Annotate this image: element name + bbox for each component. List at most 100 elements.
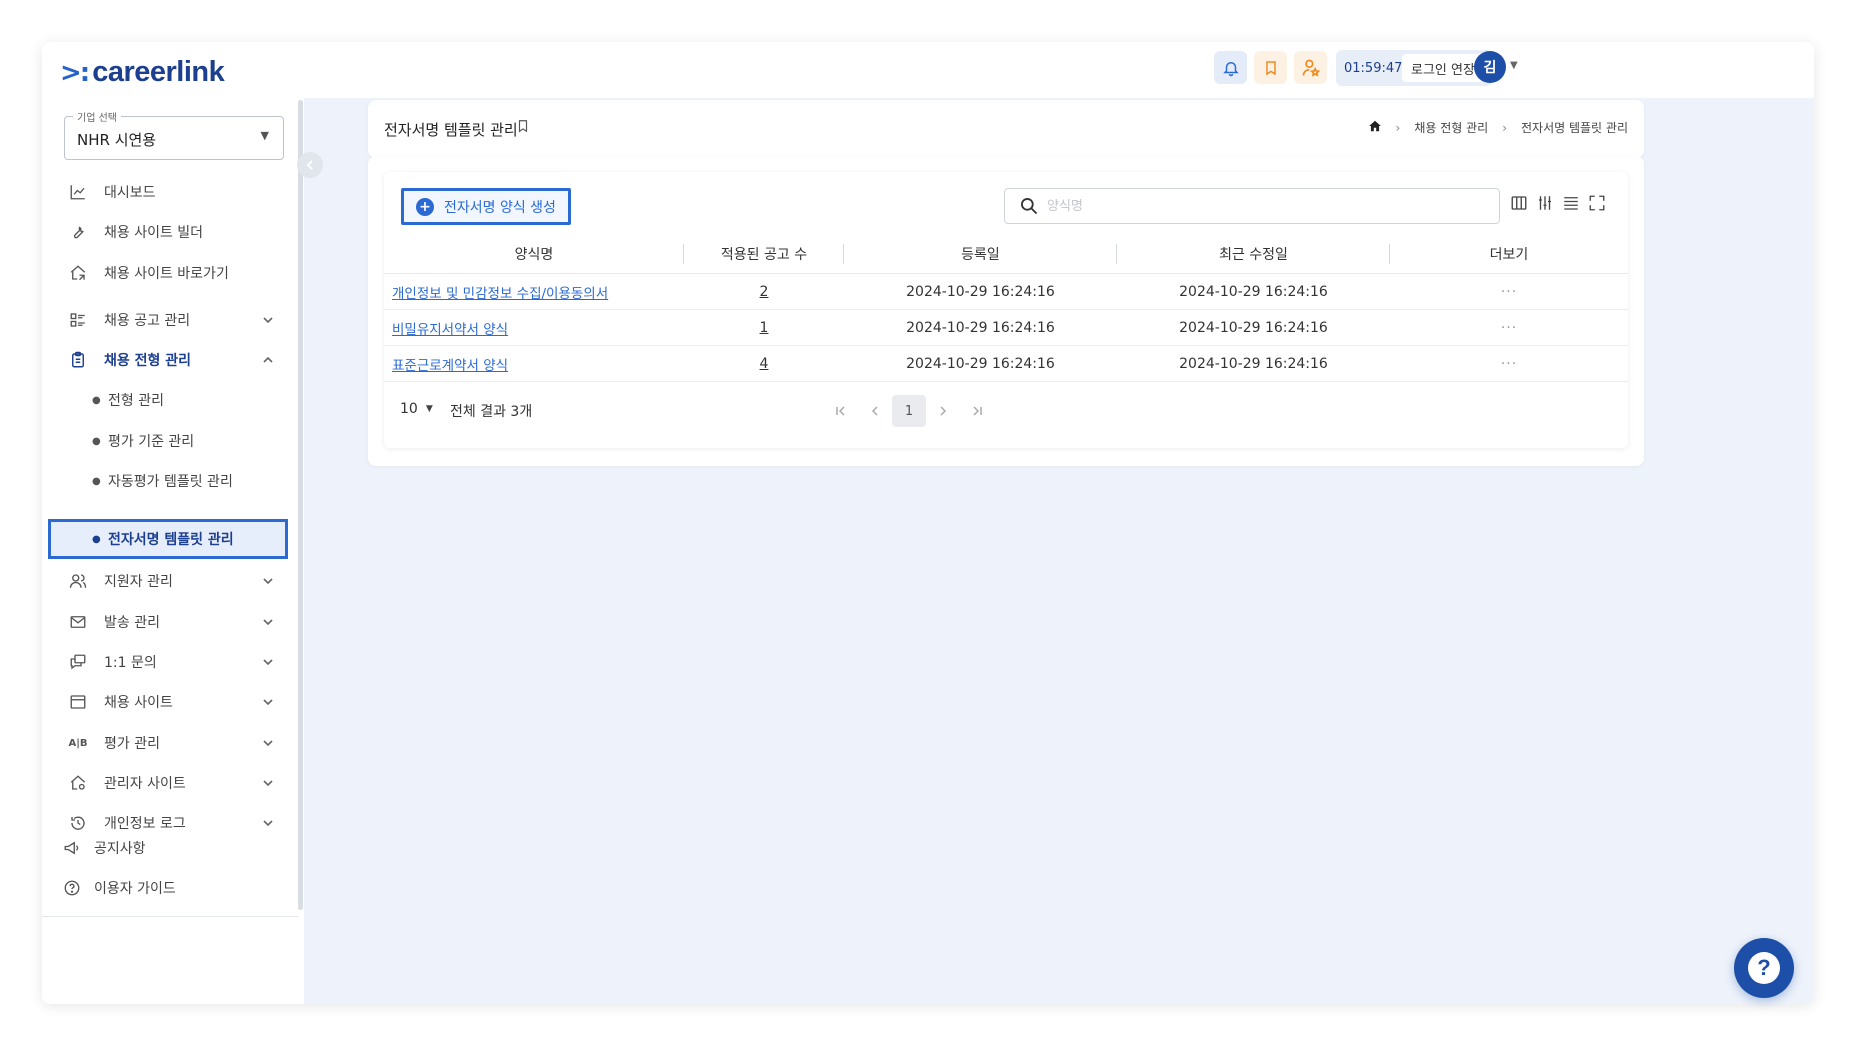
sidebar-item-label: 채용 사이트 (104, 695, 173, 711)
fullscreen-icon[interactable] (1588, 194, 1606, 212)
company-select-label: 기업 선택 (73, 109, 121, 124)
home-link-icon (66, 261, 90, 285)
sidebar-subitem-label: 평가 기준 관리 (108, 434, 195, 450)
ab-icon: A|B (68, 737, 88, 749)
user-star-icon[interactable] (1294, 51, 1327, 84)
column-header[interactable]: 양식명 (384, 243, 684, 264)
table-row: 개인정보 및 민감정보 수집/이용동의서 2 2024-10-29 16:24:… (384, 274, 1628, 310)
sidebar-subitem-label: 전자서명 템플릿 관리 (108, 532, 234, 548)
sidebar-item-job-posts[interactable]: 채용 공고 관리 (56, 300, 288, 340)
notification-bell-icon[interactable] (1214, 51, 1247, 84)
sidebar-subitem-auto-eval-template[interactable]: ● 자동평가 템플릿 관리 (48, 461, 288, 501)
chevron-down-icon (262, 695, 274, 709)
create-esign-template-button[interactable]: + 전자서명 양식 생성 (401, 188, 571, 225)
page-number[interactable]: 1 (892, 395, 926, 427)
sidebar-subitem-eval-criteria[interactable]: ● 평가 기준 관리 (48, 421, 288, 461)
sidebar-collapse-button[interactable] (297, 152, 323, 178)
clipboard-icon (66, 348, 90, 372)
sidebar-item-label: 채용 공고 관리 (104, 313, 191, 329)
more-options-icon[interactable]: ··· (1390, 356, 1628, 372)
user-avatar[interactable]: 김 (1474, 51, 1506, 83)
created-date: 2024-10-29 16:24:16 (906, 355, 1055, 372)
sidebar-subitem-esign-template[interactable]: ● 전자서명 템플릿 관리 (48, 519, 288, 559)
page-size-select[interactable]: 10 ▼ (400, 401, 433, 417)
sidebar-item-notice[interactable]: 공지사항 (50, 830, 282, 866)
more-options-icon[interactable]: ··· (1390, 284, 1628, 300)
applied-post-count[interactable]: 4 (684, 356, 844, 372)
home-icon[interactable] (1368, 119, 1382, 136)
sidebar-item-messaging[interactable]: 발송 관리 (56, 602, 288, 642)
megaphone-icon (60, 836, 84, 860)
template-name-link[interactable]: 개인정보 및 민감정보 수집/이용동의서 (384, 282, 684, 302)
modified-date: 2024-10-29 16:24:16 (1179, 319, 1328, 336)
session-time: 01:59:47 (1344, 60, 1403, 76)
table-row: 표준근로계약서 양식 4 2024-10-29 16:24:16 2024-10… (384, 346, 1628, 382)
density-icon[interactable] (1562, 194, 1580, 212)
first-page-icon[interactable] (824, 395, 858, 427)
logo[interactable]: >: careerlink (60, 56, 225, 89)
session-timer: 01:59:47 로그인 연장 (1336, 50, 1492, 86)
mail-icon (66, 610, 90, 634)
sidebar-item-evaluation[interactable]: A|B 평가 관리 (56, 723, 288, 763)
chevron-down-icon (262, 313, 274, 327)
wrench-icon (66, 220, 90, 244)
breadcrumb-item[interactable]: 채용 전형 관리 (1414, 119, 1488, 136)
sidebar-item-screening[interactable]: 채용 전형 관리 (56, 340, 288, 380)
filter-sliders-icon[interactable] (1536, 194, 1554, 212)
table-tools (1510, 194, 1606, 212)
page-size-value: 10 (400, 401, 418, 417)
column-header[interactable]: 최근 수정일 (1117, 243, 1390, 264)
sidebar-subitem-label: 자동평가 템플릿 관리 (108, 474, 233, 490)
chevron-down-icon (262, 736, 274, 750)
template-name-link[interactable]: 비밀유지서약서 양식 (384, 318, 684, 338)
applied-post-count[interactable]: 2 (684, 284, 844, 300)
sidebar-item-label: 채용 전형 관리 (104, 353, 192, 369)
list-icon (66, 308, 90, 332)
help-chat-button[interactable]: ? (1734, 938, 1794, 998)
extend-login-button[interactable]: 로그인 연장 (1402, 54, 1484, 82)
bookmark-icon[interactable] (1254, 51, 1287, 84)
column-header[interactable]: 등록일 (844, 243, 1117, 264)
applied-post-count[interactable]: 1 (684, 320, 844, 336)
created-date: 2024-10-29 16:24:16 (906, 283, 1055, 300)
search-input[interactable] (1047, 198, 1487, 214)
table-header: 양식명 적용된 공고 수 등록일 최근 수정일 더보기 (384, 234, 1628, 274)
sidebar-item-label: 지원자 관리 (104, 574, 173, 590)
chevron-down-icon (262, 816, 274, 830)
sidebar-item-site-shortcut[interactable]: 채용 사이트 바로가기 (56, 253, 288, 293)
sidebar-item-applicants[interactable]: 지원자 관리 (56, 561, 288, 601)
pager: 1 (824, 395, 994, 427)
chevron-up-icon (262, 353, 274, 367)
sidebar-item-label: 채용 사이트 빌더 (104, 225, 204, 241)
next-page-icon[interactable] (926, 395, 960, 427)
company-select[interactable]: 기업 선택 NHR 시연용 ▼ (64, 109, 284, 160)
sidebar-subitem-screening-manage[interactable]: ● 전형 관리 (48, 380, 288, 420)
modified-date: 2024-10-29 16:24:16 (1179, 283, 1328, 300)
search-icon (1019, 196, 1039, 216)
sidebar-scrollbar[interactable] (298, 100, 303, 910)
sidebar-item-user-guide[interactable]: 이용자 가이드 (50, 870, 282, 906)
column-header: 더보기 (1489, 246, 1529, 263)
column-header[interactable]: 적용된 공고 수 (684, 243, 844, 264)
users-icon (66, 569, 90, 593)
caret-down-icon: ▼ (425, 404, 433, 414)
chat-icon (66, 650, 90, 674)
last-page-icon[interactable] (960, 395, 994, 427)
chevron-down-icon (262, 574, 274, 588)
sidebar-item-admin-site[interactable]: 관리자 사이트 (56, 763, 288, 803)
avatar-caret-icon[interactable]: ▼ (1510, 60, 1518, 71)
bookmark-outline-icon[interactable] (516, 118, 530, 138)
template-name-link[interactable]: 표준근로계약서 양식 (384, 354, 684, 374)
sidebar-item-label: 평가 관리 (104, 736, 160, 752)
sidebar-item-site-builder[interactable]: 채용 사이트 빌더 (56, 212, 288, 252)
sidebar-item-career-site[interactable]: 채용 사이트 (56, 682, 288, 722)
sidebar: 기업 선택 NHR 시연용 ▼ 대시보드 채용 사이트 빌더 채용 사이트 바로… (42, 98, 304, 1004)
breadcrumb-item[interactable]: 전자서명 템플릿 관리 (1521, 119, 1628, 136)
prev-page-icon[interactable] (858, 395, 892, 427)
sidebar-item-inquiry[interactable]: 1:1 문의 (56, 642, 288, 682)
sidebar-item-dashboard[interactable]: 대시보드 (56, 172, 288, 212)
more-options-icon[interactable]: ··· (1390, 320, 1628, 336)
chevron-down-icon (262, 655, 274, 669)
company-select-value: NHR 시연용 (77, 131, 157, 149)
columns-icon[interactable] (1510, 194, 1528, 212)
